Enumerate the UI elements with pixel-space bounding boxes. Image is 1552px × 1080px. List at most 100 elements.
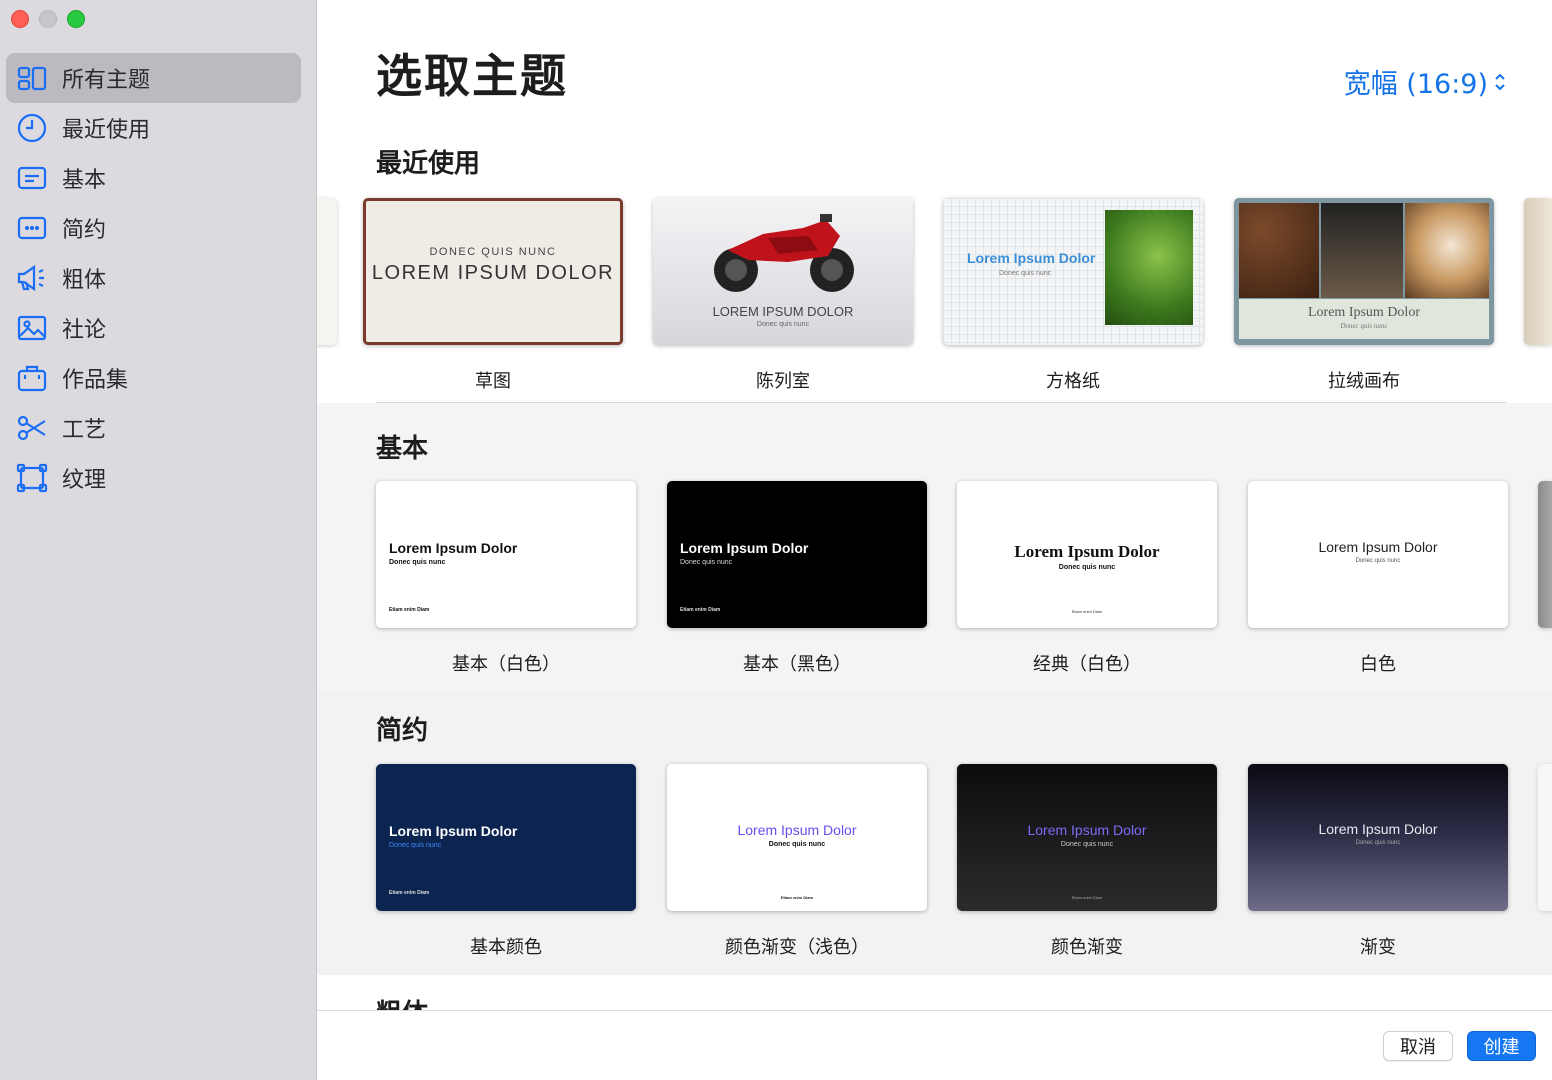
- sidebar-item-bold[interactable]: 粗体: [6, 253, 301, 303]
- theme-color-gradient-light[interactable]: Lorem Ipsum Dolor Donec quis nunc Etiam …: [667, 764, 927, 959]
- zoom-window-button[interactable]: [67, 10, 85, 28]
- coffee-pour-image: [1321, 203, 1403, 298]
- sidebar-item-portfolio[interactable]: 作品集: [6, 353, 301, 403]
- cancel-button[interactable]: 取消: [1383, 1031, 1453, 1061]
- theme-partial-right: [1538, 764, 1552, 911]
- ellipsis-rectangle-icon: [15, 211, 49, 245]
- butterfly-image: [1105, 210, 1193, 325]
- theme-caption: 渐变: [1360, 937, 1396, 958]
- theme-partial-right: [1524, 198, 1552, 345]
- section-recent: 最近使用 DONEC QUIS NUNC LOREM IPSUM DOLOR 草…: [317, 0, 1552, 402]
- thumb-subtitle: Donec quis nunc: [1340, 322, 1388, 330]
- thumb-subtitle: Donec quis nunc: [389, 559, 446, 566]
- rectangle-lines-icon: [15, 161, 49, 195]
- theme-brushed-canvas[interactable]: Lorem Ipsum Dolor Donec quis nunc 拉绒画布: [1234, 198, 1494, 393]
- footer-bar: 取消 创建: [317, 1010, 1552, 1080]
- theme-thumbnail: Lorem Ipsum Dolor Donec quis nunc Etiam …: [957, 764, 1217, 911]
- thumb-title: Lorem Ipsum Dolor: [1027, 822, 1147, 838]
- sidebar-item-texture[interactable]: 纹理: [6, 453, 301, 503]
- theme-gradient[interactable]: Lorem Ipsum Dolor Donec quis nunc 渐变: [1248, 764, 1508, 959]
- section-title: 最近使用: [376, 149, 481, 179]
- theme-caption: 颜色渐变: [1051, 937, 1123, 958]
- thumb-footer: Etiam enim Diam: [780, 895, 814, 900]
- sidebar-item-label: 粗体: [62, 268, 107, 293]
- theme-thumbnail: Lorem Ipsum Dolor Donec quis nunc: [1234, 198, 1494, 345]
- theme-caption: 白色: [1360, 654, 1396, 675]
- sidebar-item-craft[interactable]: 工艺: [6, 403, 301, 453]
- theme-basic-black[interactable]: Lorem Ipsum Dolor Donec quis nunc Etiam …: [667, 481, 927, 676]
- sidebar-item-label: 最近使用: [62, 118, 151, 143]
- thumb-footer: Etiam enim Diam: [1071, 895, 1103, 900]
- theme-thumbnail: Lorem Ipsum Dolor Donec quis nunc Etiam …: [667, 481, 927, 628]
- sidebar-item-minimal[interactable]: 简约: [6, 203, 301, 253]
- thumb-title: LOREM IPSUM DOLOR: [712, 304, 854, 319]
- theme-caption: 经典（白色）: [1033, 654, 1141, 675]
- theme-thumbnail: Lorem Ipsum Dolor Donec quis nunc: [1248, 764, 1508, 911]
- thumb-subtitle: Donec quis nunc: [1060, 841, 1114, 848]
- scissors-icon: [15, 411, 49, 445]
- thumb-title: Lorem Ipsum Dolor: [1014, 542, 1160, 561]
- theme-white[interactable]: Lorem Ipsum Dolor Donec quis nunc 白色: [1248, 481, 1508, 676]
- thumb-title: Lorem Ipsum Dolor: [680, 540, 809, 556]
- theme-caption: 草图: [475, 371, 511, 392]
- theme-basic-white[interactable]: Lorem Ipsum Dolor Donec quis nunc Etiam …: [376, 481, 636, 676]
- minimize-window-button[interactable]: [39, 10, 57, 28]
- close-window-button[interactable]: [11, 10, 29, 28]
- sidebar-item-all-themes[interactable]: 所有主题: [6, 53, 301, 103]
- sidebar-item-basic[interactable]: 基本: [6, 153, 301, 203]
- theme-caption: 基本颜色: [470, 937, 542, 958]
- thumb-subtitle: Donec quis nunc: [756, 321, 810, 328]
- theme-sketch[interactable]: DONEC QUIS NUNC LOREM IPSUM DOLOR 草图: [363, 198, 623, 393]
- theme-thumbnail: Lorem Ipsum Dolor Donec quis nunc Etiam …: [376, 481, 636, 628]
- sidebar-item-label: 纹理: [62, 468, 107, 493]
- thumb-footer: Etiam enim Diam: [1071, 609, 1103, 614]
- create-button[interactable]: 创建: [1467, 1031, 1536, 1061]
- sidebar-item-label: 工艺: [62, 418, 107, 443]
- theme-caption: 方格纸: [1046, 371, 1100, 392]
- section-basic: 基本 Lorem Ipsum Dolor Donec quis nunc Eti…: [317, 403, 1552, 692]
- thumb-subtitle: Donec quis nunc: [999, 270, 1052, 277]
- section-title: 粗体: [376, 993, 428, 1010]
- theme-showroom[interactable]: LOREM IPSUM DOLOR Donec quis nunc 陈列室: [653, 198, 913, 393]
- sidebar-list: 所有主题 最近使用 基本 简约 粗体 社论 作品集 工艺 纹理: [6, 53, 301, 503]
- sidebar-item-label: 基本: [62, 168, 107, 193]
- thumb-title: Lorem Ipsum Dolor: [967, 250, 1096, 266]
- briefcase-icon: [15, 361, 49, 395]
- theme-thumbnail: LOREM IPSUM DOLOR Donec quis nunc: [653, 198, 913, 345]
- theme-color-gradient[interactable]: Lorem Ipsum Dolor Donec quis nunc Etiam …: [957, 764, 1217, 959]
- thumb-subtitle: Donec quis nunc: [389, 842, 442, 849]
- grid-icon: [15, 61, 49, 95]
- thumb-title: LOREM IPSUM DOLOR: [371, 262, 615, 284]
- thumb-footer: Etiam enim Diam: [680, 607, 721, 613]
- thumb-title: Lorem Ipsum Dolor: [1318, 821, 1438, 837]
- thumb-subtitle: Donec quis nunc: [768, 841, 826, 848]
- frame-icon: [15, 461, 49, 495]
- section-bold: 粗体: [317, 975, 1552, 1010]
- theme-caption: 基本（黑色）: [743, 654, 851, 675]
- section-title: 简约: [376, 716, 429, 746]
- thumb-title: Lorem Ipsum Dolor: [389, 540, 518, 556]
- theme-thumbnail: Lorem Ipsum Dolor Donec quis nunc: [1248, 481, 1508, 628]
- thumb-title: Lorem Ipsum Dolor: [389, 823, 518, 839]
- coffee-beans-image: [1239, 203, 1319, 298]
- sidebar-item-editorial[interactable]: 社论: [6, 303, 301, 353]
- theme-classic-white[interactable]: Lorem Ipsum Dolor Donec quis nunc Etiam …: [957, 481, 1217, 676]
- theme-thumbnail: Lorem Ipsum Dolor Donec quis nunc Etiam …: [957, 481, 1217, 628]
- theme-graph-paper[interactable]: Lorem Ipsum Dolor Donec quis nunc 方格纸: [943, 198, 1203, 393]
- thumb-title: Lorem Ipsum Dolor: [1318, 539, 1438, 555]
- sidebar-item-recent[interactable]: 最近使用: [6, 103, 301, 153]
- thumb-subtitle: Donec quis nunc: [680, 559, 733, 566]
- thumb-subtitle: Donec quis nunc: [1058, 564, 1116, 571]
- theme-basic-color[interactable]: Lorem Ipsum Dolor Donec quis nunc Etiam …: [376, 764, 636, 959]
- sidebar-item-label: 作品集: [62, 368, 129, 393]
- sidebar-item-label: 简约: [62, 218, 107, 243]
- theme-caption: 颜色渐变（浅色）: [725, 937, 869, 958]
- sidebar: 所有主题 最近使用 基本 简约 粗体 社论 作品集 工艺 纹理: [0, 0, 317, 1080]
- clock-icon: [15, 111, 49, 145]
- theme-caption: 基本（白色）: [452, 654, 560, 675]
- latte-image: [1405, 203, 1489, 298]
- thumb-footer: Etiam enim Diam: [389, 890, 430, 896]
- theme-thumbnail: Lorem Ipsum Dolor Donec quis nunc: [943, 198, 1203, 345]
- thumb-subtitle: DONEC QUIS NUNC: [429, 246, 557, 258]
- sidebar-item-label: 社论: [62, 318, 107, 343]
